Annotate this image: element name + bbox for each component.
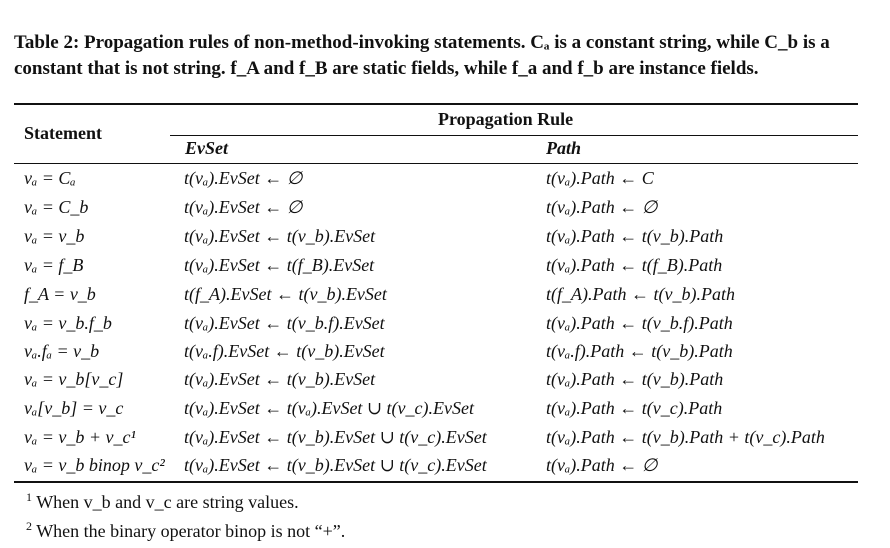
footnote-1: 1 When v_b and v_c are string values. <box>26 485 345 514</box>
table-row: vₐ = v_b[v_c] t(vₐ).EvSet ← t(v_b).EvSet… <box>0 369 890 398</box>
table-row: vₐ = v_b.f_b t(vₐ).EvSet ← t(v_b.f).EvSe… <box>0 313 890 342</box>
evset-cell: t(vₐ).EvSet ← ∅ <box>184 168 303 188</box>
header-bottom-rule <box>14 163 858 164</box>
statement-cell: f_A = v_b <box>24 284 96 304</box>
path-cell: t(vₐ).Path ← t(v_c).Path <box>546 398 723 418</box>
evset-cell: t(vₐ).EvSet ← t(v_b).EvSet ∪ t(v_c).EvSe… <box>184 455 487 475</box>
header-path: Path <box>546 138 582 158</box>
table-row: vₐ = Cₐ t(vₐ).EvSet ← ∅ t(vₐ).Path ← C <box>0 168 890 197</box>
evset-cell: t(f_A).EvSet ← t(v_b).EvSet <box>184 284 387 304</box>
path-cell: t(vₐ).Path ← t(v_b).Path <box>546 226 724 246</box>
path-cell: t(vₐ).Path ← t(v_b).Path + t(v_c).Path <box>546 427 825 447</box>
evset-cell: t(vₐ).EvSet ← t(v_b).EvSet <box>184 226 376 246</box>
evset-cell: t(vₐ.f).EvSet ← t(v_b).EvSet <box>184 341 385 361</box>
statement-cell: vₐ = C_b <box>24 197 89 217</box>
evset-cell: t(vₐ).EvSet ← t(vₐ).EvSet ∪ t(v_c).EvSet <box>184 398 474 418</box>
top-rule <box>14 103 858 105</box>
table-row: vₐ.fₐ = v_b t(vₐ.f).EvSet ← t(v_b).EvSet… <box>0 341 890 370</box>
table-row: vₐ = f_B t(vₐ).EvSet ← t(f_B).EvSet t(vₐ… <box>0 255 890 284</box>
table-footnotes: 1 When v_b and v_c are string values. 2 … <box>26 485 345 543</box>
table-row: f_A = v_b t(f_A).EvSet ← t(v_b).EvSet t(… <box>0 284 890 313</box>
propagation-rule-underline <box>170 135 858 136</box>
statement-cell: vₐ = v_b.f_b <box>24 313 112 333</box>
caption-text: Propagation rules of non-method-invoking… <box>14 32 830 79</box>
header-propagation-rule: Propagation Rule <box>438 109 574 129</box>
table-row: vₐ = v_b t(vₐ).EvSet ← t(v_b).EvSet t(vₐ… <box>0 226 890 255</box>
evset-cell: t(vₐ).EvSet ← t(v_b).EvSet <box>184 369 376 389</box>
path-cell: t(vₐ).Path ← ∅ <box>546 197 658 217</box>
caption-label: Table 2: <box>14 32 80 53</box>
evset-cell: t(vₐ).EvSet ← t(v_b.f).EvSet <box>184 313 385 333</box>
statement-cell: vₐ = Cₐ <box>24 168 76 188</box>
path-cell: t(vₐ).Path ← t(f_B).Path <box>546 255 723 275</box>
table-row: vₐ[v_b] = v_c t(vₐ).EvSet ← t(vₐ).EvSet … <box>0 398 890 427</box>
table-row: vₐ = C_b t(vₐ).EvSet ← ∅ t(vₐ).Path ← ∅ <box>0 197 890 226</box>
statement-cell: vₐ[v_b] = v_c <box>24 398 124 418</box>
header-evset: EvSet <box>185 138 228 158</box>
path-cell: t(vₐ).Path ← ∅ <box>546 455 658 475</box>
path-cell: t(f_A).Path ← t(v_b).Path <box>546 284 735 304</box>
statement-cell: vₐ = v_b + v_c¹ <box>24 427 136 447</box>
table-row: vₐ = v_b + v_c¹ t(vₐ).EvSet ← t(v_b).EvS… <box>0 427 890 456</box>
footnote-mark: 1 <box>26 490 32 504</box>
statement-cell: vₐ = v_b[v_c] <box>24 369 124 389</box>
footnote-mark: 2 <box>26 519 32 533</box>
statement-cell: vₐ.fₐ = v_b <box>24 341 100 361</box>
footnote-text: When v_b and v_c are string values. <box>36 492 299 512</box>
path-cell: t(vₐ.f).Path ← t(v_b).Path <box>546 341 733 361</box>
statement-cell: vₐ = f_B <box>24 255 84 275</box>
header-statement: Statement <box>24 123 102 143</box>
footnote-2: 2 When the binary operator binop is not … <box>26 514 345 543</box>
path-cell: t(vₐ).Path ← C <box>546 168 654 188</box>
path-cell: t(vₐ).Path ← t(v_b).Path <box>546 369 724 389</box>
path-cell: t(vₐ).Path ← t(v_b.f).Path <box>546 313 733 333</box>
table-caption: Table 2: Propagation rules of non-method… <box>14 30 874 82</box>
evset-cell: t(vₐ).EvSet ← t(v_b).EvSet ∪ t(v_c).EvSe… <box>184 427 487 447</box>
statement-cell: vₐ = v_b <box>24 226 85 246</box>
evset-cell: t(vₐ).EvSet ← t(f_B).EvSet <box>184 255 375 275</box>
evset-cell: t(vₐ).EvSet ← ∅ <box>184 197 303 217</box>
table-bottom-rule <box>14 481 858 483</box>
footnote-text: When the binary operator binop is not “+… <box>36 521 346 541</box>
table-row: vₐ = v_b binop v_c² t(vₐ).EvSet ← t(v_b)… <box>0 455 890 484</box>
statement-cell: vₐ = v_b binop v_c² <box>24 455 165 475</box>
